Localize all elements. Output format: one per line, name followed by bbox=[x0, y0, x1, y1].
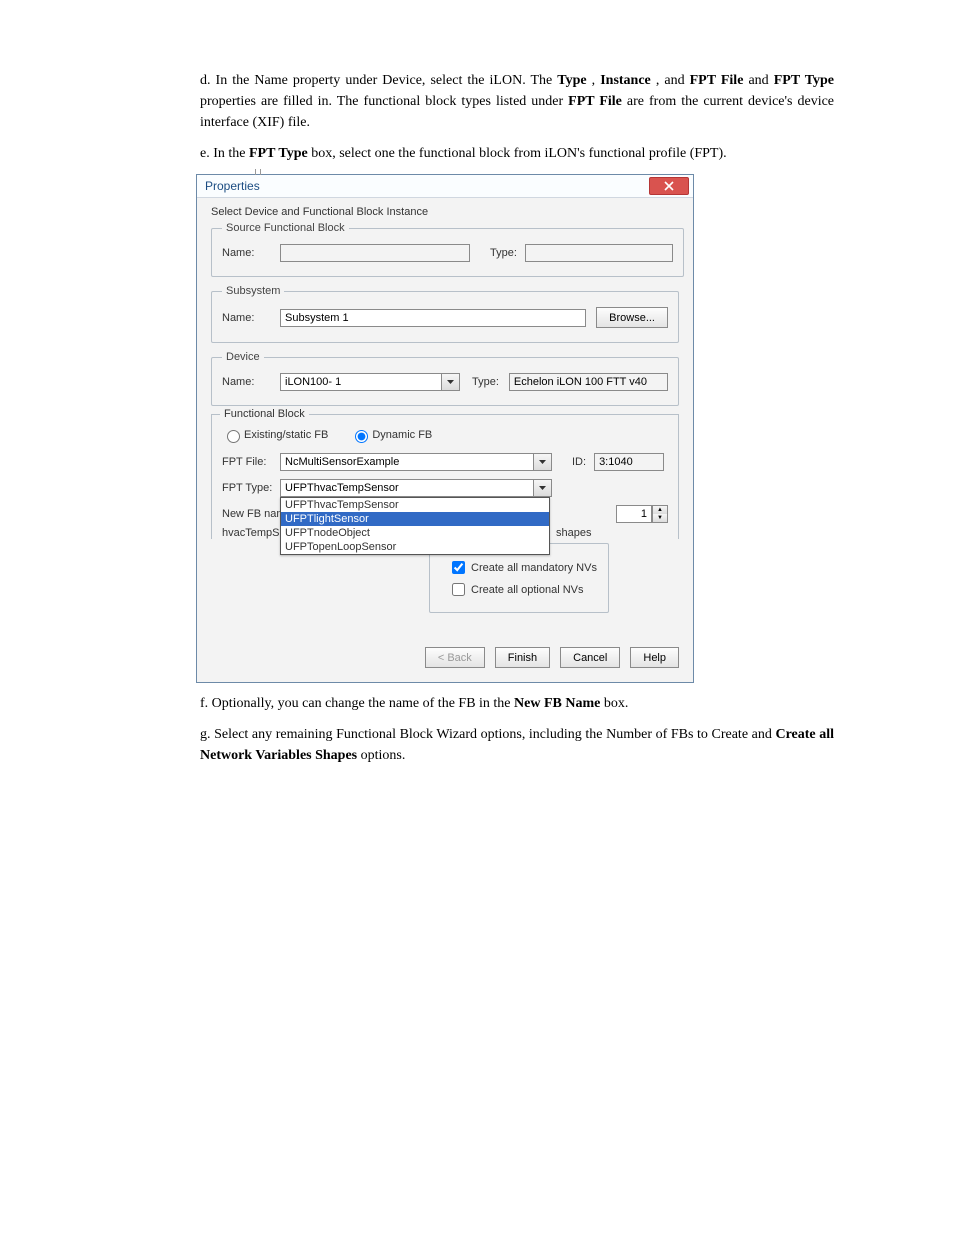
close-button[interactable] bbox=[649, 177, 689, 195]
chevron-down-icon[interactable] bbox=[533, 479, 552, 497]
titlebar: Properties bbox=[197, 175, 693, 198]
device-name-combo[interactable] bbox=[280, 373, 460, 391]
finish-button[interactable]: Finish bbox=[495, 647, 550, 668]
fpt-type-dropdown[interactable]: UFPThvacTempSensor UFPTlightSensor UFPTn… bbox=[280, 497, 550, 555]
new-fb-name-label: New FB nam bbox=[222, 508, 280, 520]
fpt-type-combo[interactable]: UFPThvacTempSensor UFPTlightSensor UFPTn… bbox=[280, 479, 552, 497]
paragraph-f: f. Optionally, you can change the name o… bbox=[200, 693, 834, 714]
chevron-down-icon[interactable] bbox=[441, 373, 460, 391]
device-name-input[interactable] bbox=[280, 373, 441, 391]
subsystem-legend: Subsystem bbox=[222, 285, 284, 297]
device-type-input bbox=[509, 373, 668, 391]
truncated-text: hvacTempS bbox=[222, 527, 280, 539]
id-label: ID: bbox=[572, 456, 586, 468]
sfb-name-input bbox=[280, 244, 470, 262]
radio-dynamic[interactable]: Dynamic FB bbox=[350, 427, 432, 443]
device-group: Device Name: Type: bbox=[211, 351, 679, 406]
fpt-type-option[interactable]: UFPTopenLoopSensor bbox=[281, 540, 549, 554]
source-functional-block-group: Source Functional Block Name: Type: bbox=[211, 222, 684, 277]
fpt-type-label: FPT Type: bbox=[222, 482, 280, 494]
subsystem-name-label: Name: bbox=[222, 312, 280, 324]
chk-optional-nvs[interactable]: Create all optional NVs bbox=[448, 580, 598, 599]
subsystem-name-input[interactable] bbox=[280, 309, 586, 327]
paragraph-d: d. In the Name property under Device, se… bbox=[200, 70, 834, 133]
device-type-label: Type: bbox=[472, 376, 499, 388]
close-icon bbox=[664, 181, 674, 191]
dialog-buttons: < Back Finish Cancel Help bbox=[211, 647, 679, 668]
device-name-label: Name: bbox=[222, 376, 280, 388]
paragraph-g: g. Select any remaining Functional Block… bbox=[200, 724, 834, 766]
back-button: < Back bbox=[425, 647, 485, 668]
chevron-down-icon[interactable] bbox=[533, 453, 552, 471]
radio-existing-static[interactable]: Existing/static FB bbox=[222, 427, 328, 443]
shapes-text: shapes bbox=[550, 527, 668, 539]
fpt-file-input[interactable] bbox=[280, 453, 533, 471]
sfb-type-label: Type: bbox=[490, 247, 517, 259]
sfb-name-label: Name: bbox=[222, 247, 280, 259]
functional-block-group: Functional Block Existing/static FB Dyna… bbox=[211, 414, 679, 539]
device-legend: Device bbox=[222, 351, 264, 363]
fpt-type-option[interactable]: UFPTlightSensor bbox=[281, 512, 549, 526]
fpt-file-combo[interactable] bbox=[280, 453, 552, 471]
browse-button[interactable]: Browse... bbox=[596, 307, 668, 328]
cancel-button[interactable]: Cancel bbox=[560, 647, 620, 668]
id-input bbox=[594, 453, 664, 471]
help-button[interactable]: Help bbox=[630, 647, 679, 668]
dialog-title: Properties bbox=[205, 179, 260, 193]
fb-count-spinner[interactable]: ▲ ▼ bbox=[652, 505, 668, 523]
fpt-type-option[interactable]: UFPThvacTempSensor bbox=[281, 498, 549, 512]
fb-count-input[interactable] bbox=[616, 505, 652, 523]
dialog-subtitle: Select Device and Functional Block Insta… bbox=[211, 206, 679, 218]
sfb-type-input bbox=[525, 244, 673, 262]
spin-down-icon[interactable]: ▼ bbox=[653, 514, 667, 522]
source-fb-legend: Source Functional Block bbox=[222, 222, 349, 234]
fpt-file-label: FPT File: bbox=[222, 456, 280, 468]
fb-legend: Functional Block bbox=[220, 408, 309, 420]
paragraph-e: e. In the FPT Type box, select one the f… bbox=[200, 143, 834, 164]
subsystem-group: Subsystem Name: Browse... bbox=[211, 285, 679, 343]
fpt-type-input[interactable] bbox=[280, 479, 533, 497]
fpt-type-option[interactable]: UFPTnodeObject bbox=[281, 526, 549, 540]
spin-up-icon[interactable]: ▲ bbox=[653, 506, 667, 514]
chk-mandatory-nvs[interactable]: Create all mandatory NVs bbox=[448, 558, 598, 577]
properties-dialog: Properties Select Device and Functional … bbox=[196, 174, 694, 683]
